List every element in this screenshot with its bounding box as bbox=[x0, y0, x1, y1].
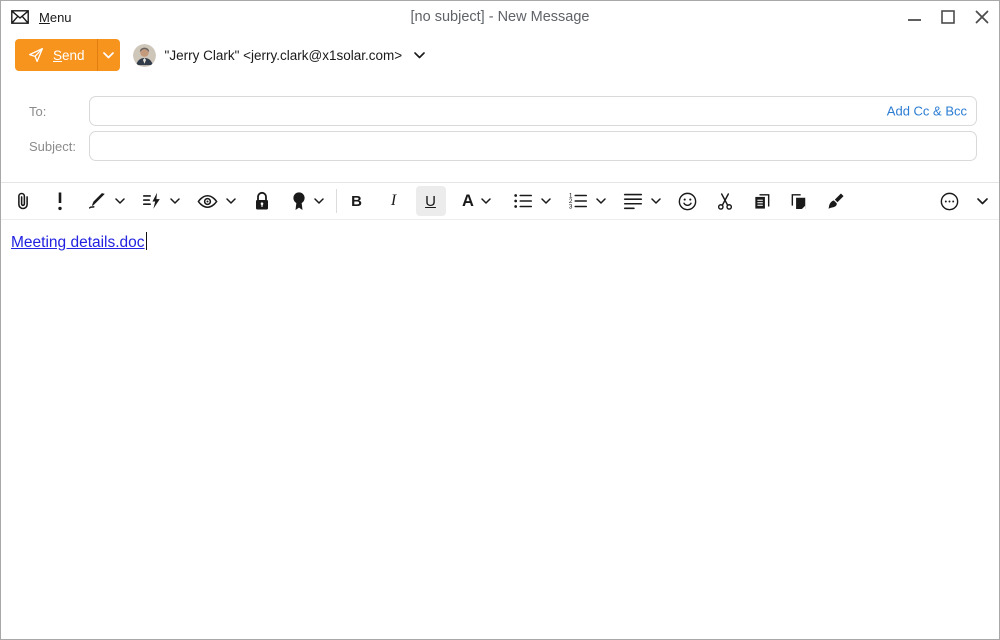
eye-icon bbox=[196, 190, 219, 213]
copy-button[interactable] bbox=[743, 186, 780, 216]
from-chevron-down-icon bbox=[414, 52, 425, 59]
medal-icon bbox=[291, 191, 307, 212]
address-fields: To: Add Cc & Bcc Subject: bbox=[1, 96, 999, 161]
add-cc-bcc-link[interactable]: Add Cc & Bcc bbox=[883, 104, 967, 119]
quick-text-button[interactable] bbox=[133, 186, 188, 216]
text-caret bbox=[146, 232, 148, 250]
message-body-editor[interactable]: Meeting details.doc bbox=[1, 220, 999, 626]
bold-button[interactable]: B bbox=[338, 186, 375, 216]
toolbar-expand-button[interactable] bbox=[968, 186, 996, 216]
quick-text-lightning-icon bbox=[141, 190, 163, 212]
to-input[interactable] bbox=[89, 96, 977, 126]
font-format-button[interactable]: A bbox=[449, 186, 504, 216]
window-title: [no subject] - New Message bbox=[1, 9, 999, 25]
toolbar-separator bbox=[336, 189, 337, 213]
paste-icon bbox=[789, 191, 809, 212]
cut-button[interactable] bbox=[706, 186, 743, 216]
minimize-button[interactable] bbox=[897, 1, 931, 33]
paintbrush-icon bbox=[825, 191, 846, 212]
to-label: To: bbox=[1, 104, 89, 119]
align-chevron-down-icon bbox=[651, 198, 661, 204]
envelope-icon bbox=[11, 10, 29, 24]
window-controls bbox=[897, 1, 999, 33]
font-chevron-down-icon bbox=[481, 198, 491, 204]
italic-button[interactable]: I bbox=[375, 186, 412, 216]
digital-sign-button[interactable] bbox=[280, 186, 335, 216]
titlebar: [no subject] - New Message Menu bbox=[1, 1, 999, 33]
bullet-list-icon bbox=[512, 190, 534, 212]
align-left-icon bbox=[622, 190, 644, 212]
smiley-icon bbox=[677, 191, 698, 212]
menu-label: Menu bbox=[39, 10, 72, 25]
menu-button[interactable]: Menu bbox=[1, 1, 82, 33]
encrypt-button[interactable] bbox=[243, 186, 280, 216]
format-painter-button[interactable] bbox=[817, 186, 854, 216]
send-options-dropdown[interactable] bbox=[98, 39, 120, 71]
paperclip-icon bbox=[12, 190, 34, 212]
digital-sign-chevron-down-icon bbox=[314, 198, 324, 204]
font-label: A bbox=[462, 192, 474, 211]
align-button[interactable] bbox=[614, 186, 669, 216]
priority-button[interactable] bbox=[41, 186, 78, 216]
send-row: Send "Jerry Clark" <jerry.clark@x1solar.… bbox=[15, 38, 999, 72]
bullet-list-button[interactable] bbox=[504, 186, 559, 216]
signature-button[interactable] bbox=[78, 186, 133, 216]
signature-chevron-down-icon bbox=[115, 198, 125, 204]
signature-pen-icon bbox=[86, 190, 108, 212]
svg-text:3: 3 bbox=[569, 204, 573, 211]
lock-icon bbox=[253, 191, 271, 211]
send-label: Send bbox=[53, 48, 85, 63]
formatting-toolbar: B I U A bbox=[1, 182, 999, 220]
underline-label: U bbox=[425, 193, 436, 210]
underline-button[interactable]: U bbox=[412, 186, 449, 216]
close-button[interactable] bbox=[965, 1, 999, 33]
to-row: To: Add Cc & Bcc bbox=[1, 96, 999, 126]
bold-label: B bbox=[351, 193, 362, 210]
attachment-link[interactable]: Meeting details.doc bbox=[11, 234, 145, 251]
copy-icon bbox=[752, 191, 772, 212]
send-button[interactable]: Send bbox=[15, 39, 97, 71]
maximize-button[interactable] bbox=[931, 1, 965, 33]
paste-button[interactable] bbox=[780, 186, 817, 216]
send-split-button: Send bbox=[15, 39, 120, 71]
read-receipt-chevron-down-icon bbox=[226, 198, 236, 204]
read-receipt-button[interactable] bbox=[188, 186, 243, 216]
bullet-list-chevron-down-icon bbox=[541, 198, 551, 204]
exclamation-icon bbox=[56, 191, 64, 211]
quick-text-chevron-down-icon bbox=[170, 198, 180, 204]
from-account-selector[interactable]: "Jerry Clark" <jerry.clark@x1solar.com> bbox=[120, 44, 426, 67]
more-options-button[interactable] bbox=[931, 186, 968, 216]
paper-plane-icon bbox=[27, 46, 45, 64]
subject-label: Subject: bbox=[1, 139, 89, 154]
numbered-list-chevron-down-icon bbox=[596, 198, 606, 204]
italic-label: I bbox=[391, 192, 396, 210]
sender-avatar bbox=[133, 44, 156, 67]
numbered-list-button[interactable]: 1 2 3 bbox=[559, 186, 614, 216]
attach-button[interactable] bbox=[4, 186, 41, 216]
from-address: "Jerry Clark" <jerry.clark@x1solar.com> bbox=[165, 48, 403, 63]
emoji-button[interactable] bbox=[669, 186, 706, 216]
numbered-list-icon: 1 2 3 bbox=[567, 190, 589, 212]
scissors-icon bbox=[715, 191, 735, 212]
more-options-icon bbox=[939, 191, 960, 212]
toolbar-overflow-group bbox=[931, 186, 996, 216]
subject-row: Subject: bbox=[1, 131, 999, 161]
new-message-window: [no subject] - New Message Menu bbox=[0, 0, 1000, 640]
subject-input[interactable] bbox=[89, 131, 977, 161]
